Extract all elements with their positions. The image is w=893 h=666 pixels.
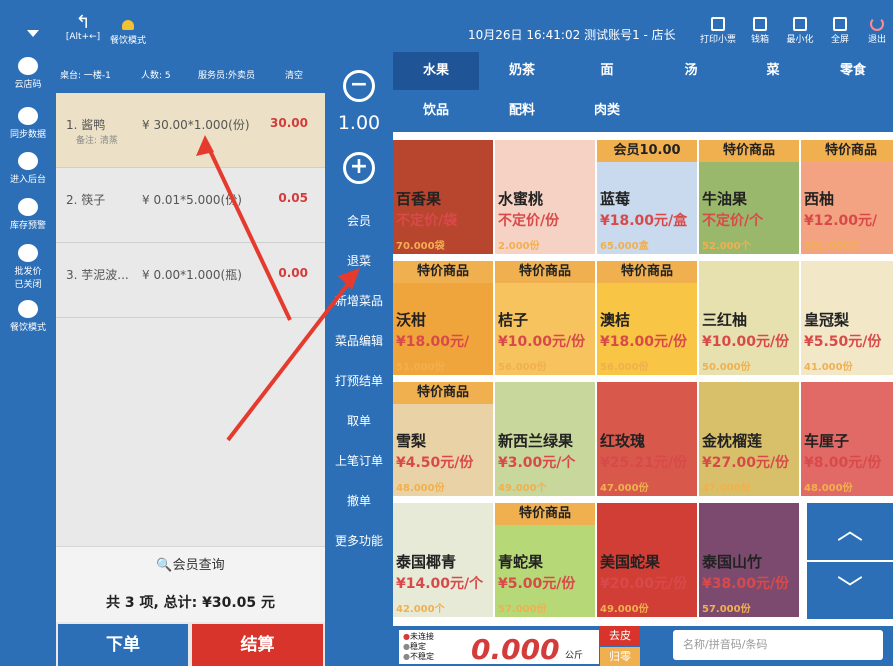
- tab-snacks[interactable]: 零食: [813, 52, 893, 90]
- last-order-button[interactable]: 上笔订单: [325, 452, 393, 469]
- add-dish-button[interactable]: 新增菜品: [325, 292, 393, 309]
- take-order-button[interactable]: 取单: [325, 412, 393, 429]
- back-button[interactable]: ↰ [Alt+←]: [62, 12, 104, 43]
- tab-noodles[interactable]: 面: [565, 52, 649, 90]
- tab-meat[interactable]: 肉类: [565, 92, 649, 130]
- member-button[interactable]: 会员: [325, 212, 393, 229]
- table-info: 桌台: 一楼-1: [60, 71, 111, 81]
- plus-icon[interactable]: +: [343, 152, 375, 184]
- product-card[interactable]: 皇冠梨 ¥5.50元/份 41.000份: [801, 261, 893, 375]
- scroll-up-button[interactable]: ︿: [807, 503, 893, 560]
- order-summary: 共 3 项, 总计: ¥30.05 元: [56, 584, 325, 622]
- product-card[interactable]: 水蜜桃 不定价/份 2.000份: [495, 140, 595, 254]
- waiter-info: 服务员:外卖员: [198, 71, 256, 81]
- sidebar-item-sync[interactable]: 同步数据: [0, 107, 56, 140]
- product-card[interactable]: 特价商品 澳桔 ¥18.00元/份 56.000份: [597, 261, 697, 375]
- product-card[interactable]: 美国蛇果 ¥20.00元/份 49.000份: [597, 503, 697, 617]
- product-card[interactable]: 特价商品 沃柑 ¥18.00元/51.000份: [393, 261, 493, 375]
- weight-display: 0.000: [471, 633, 560, 666]
- menu-dropdown-icon[interactable]: [27, 30, 39, 37]
- member-query-button[interactable]: 🔍会员查询: [56, 546, 325, 584]
- sidebar-item-wholesale[interactable]: 批发价 已关闭: [0, 244, 56, 290]
- product-card[interactable]: 金枕榴莲 ¥27.00元/份 47.000份: [699, 382, 799, 496]
- mode-label: 餐饮模式: [110, 36, 147, 46]
- power-icon: [870, 17, 884, 31]
- tab-fruit[interactable]: 水果: [393, 52, 479, 90]
- product-card[interactable]: 特价商品 桔子 ¥10.00元/份 56.000份: [495, 261, 595, 375]
- product-card[interactable]: 泰国椰青 ¥14.00元/个 42.000个: [393, 503, 493, 617]
- weight-unit: 公斤: [565, 651, 584, 661]
- product-card[interactable]: 特价商品 青蛇果 ¥5.00元/份 57.000份: [495, 503, 595, 617]
- order-panel: 桌台: 一楼-1 人数: 5 服务员:外卖员 清空 1. 酱鸭 ¥ 30.00*…: [56, 52, 325, 666]
- sidebar-item-stock-alert[interactable]: 库存预警: [0, 198, 56, 231]
- order-line[interactable]: 1. 酱鸭 ¥ 30.00*1.000(份) 30.00 备注: 清蒸: [56, 93, 325, 168]
- people-count: 人数: 5: [141, 71, 171, 81]
- operation-panel: − 1.00 + 会员 退菜 新增菜品 菜品编辑 打预结单 取单 上笔订单 撤单…: [325, 52, 393, 666]
- submit-order-button[interactable]: 下单: [58, 624, 188, 666]
- sync-icon: [18, 107, 38, 125]
- cloud-code-icon: [18, 57, 38, 75]
- alert-icon: [18, 198, 38, 216]
- left-sidebar: 云店码 同步数据 进入后台 库存预警 批发价 已关闭 餐饮模式: [0, 52, 56, 666]
- bell-icon: [122, 20, 134, 30]
- product-card[interactable]: 泰国山竹 ¥38.00元/份 57.000份: [699, 503, 799, 617]
- product-card[interactable]: 会员10.00 蓝莓 ¥18.00元/盒 65.000盒: [597, 140, 697, 254]
- product-card[interactable]: 百香果 不定价/袋 70.000袋: [393, 140, 493, 254]
- checkout-button[interactable]: 结算: [192, 624, 323, 666]
- chevron-down-icon: ﹀: [836, 575, 863, 605]
- tab-vegetable[interactable]: 菜: [733, 52, 813, 90]
- exit-button[interactable]: 退出: [859, 17, 893, 45]
- category-tabs: 水果 奶茶 面 汤 菜 零食 饮品 配料 肉类: [393, 52, 893, 132]
- search-icon: 🔍: [156, 558, 173, 573]
- cash-drawer-icon: [753, 17, 767, 31]
- edit-dish-button[interactable]: 菜品编辑: [325, 332, 393, 349]
- product-card[interactable]: 新西兰绿果 ¥3.00元/个 49.000个: [495, 382, 595, 496]
- back-hint: [Alt+←]: [65, 32, 101, 42]
- minimize-button[interactable]: 最小化: [782, 17, 818, 45]
- order-header: 桌台: 一楼-1 人数: 5 服务员:外卖员 清空: [56, 52, 325, 93]
- product-card[interactable]: 特价商品 牛油果 不定价/个 52.000个: [699, 140, 799, 254]
- minus-icon[interactable]: −: [343, 70, 375, 102]
- bowl-icon: [18, 300, 38, 318]
- monitor-icon: [18, 152, 38, 170]
- zero-button[interactable]: 归零: [600, 647, 640, 666]
- product-card[interactable]: 特价商品 西柚 ¥12.00元/101.000克: [801, 140, 893, 254]
- sidebar-item-backend[interactable]: 进入后台: [0, 152, 56, 185]
- product-card[interactable]: 车厘子 ¥8.00元/份 48.000份: [801, 382, 893, 496]
- print-receipt-button[interactable]: 打印小票: [700, 17, 736, 45]
- order-line[interactable]: 3. 芋泥波... ¥ 0.00*1.000(瓶) 0.00: [56, 243, 325, 318]
- datetime-user: 10月26日 16:41:02 测试账号1 - 店长: [468, 28, 676, 42]
- catering-mode-indicator[interactable]: 餐饮模式: [110, 20, 146, 46]
- return-dish-button[interactable]: 退菜: [325, 252, 393, 269]
- sidebar-item-catering-mode[interactable]: 餐饮模式: [0, 300, 56, 333]
- tare-button[interactable]: 去皮: [600, 626, 640, 646]
- clear-button[interactable]: 清空: [285, 68, 303, 81]
- top-bar: ↰ [Alt+←] 餐饮模式 10月26日 16:41:02 测试账号1 - 店…: [0, 0, 893, 52]
- tab-drinks[interactable]: 饮品: [393, 92, 479, 130]
- sidebar-item-cloud-code[interactable]: 云店码: [0, 57, 56, 90]
- quantity-display: 1.00: [337, 112, 381, 134]
- chevron-up-icon: ︿: [836, 516, 863, 546]
- minimize-icon: [793, 17, 807, 31]
- product-card[interactable]: 红玫瑰 ¥25.21元/份 47.000份: [597, 382, 697, 496]
- product-card[interactable]: 三红柚 ¥10.00元/份 50.000份: [699, 261, 799, 375]
- fullscreen-button[interactable]: 全屏: [822, 17, 858, 45]
- print-pre-bill-button[interactable]: 打预结单: [325, 372, 393, 389]
- tab-milk-tea[interactable]: 奶茶: [479, 52, 565, 90]
- cancel-order-button[interactable]: 撤单: [325, 492, 393, 509]
- wholesale-icon: [18, 244, 38, 262]
- cash-drawer-button[interactable]: 钱箱: [742, 17, 778, 45]
- more-functions-button[interactable]: 更多功能: [325, 532, 393, 549]
- print-icon: [711, 17, 725, 31]
- product-card[interactable]: 特价商品 雪梨 ¥4.50元/份 48.000份: [393, 382, 493, 496]
- product-search-input[interactable]: 名称/拼音码/条码: [673, 630, 883, 660]
- tab-soup[interactable]: 汤: [649, 52, 733, 90]
- scale-bar: ●未连接 ●稳定 ●不稳定 0.000 公斤 去皮 归零 名称/拼音码/条码: [393, 626, 893, 666]
- order-line[interactable]: 2. 筷子 ¥ 0.01*5.000(份) 0.05: [56, 168, 325, 243]
- back-arrow-icon: ↰: [75, 12, 91, 33]
- fullscreen-icon: [833, 17, 847, 31]
- tab-ingredients[interactable]: 配料: [479, 92, 565, 130]
- scroll-down-button[interactable]: ﹀: [807, 562, 893, 619]
